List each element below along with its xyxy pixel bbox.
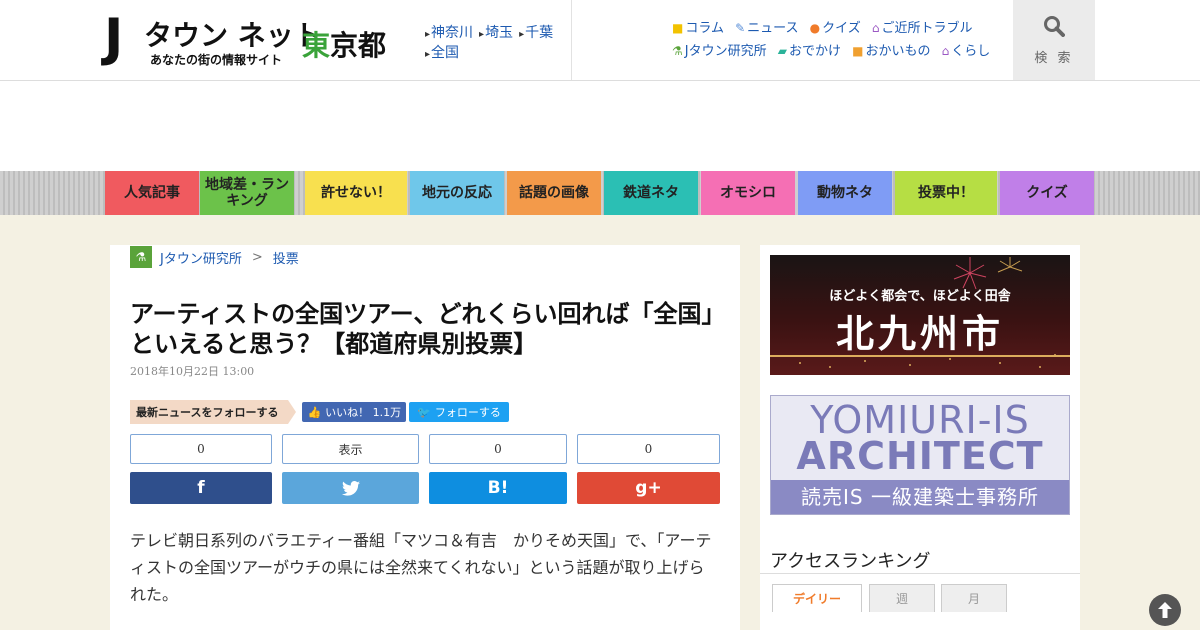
follow-bar: 最新ニュースをフォローする 👍 いいね！ 1.1万 🐦 フォローする xyxy=(130,400,509,424)
header-divider xyxy=(571,0,572,80)
site-logo[interactable]: J タウン ネット あなたの街の情報サイト 東京都 xyxy=(104,8,394,68)
category-links: ■ コラム ✎ ニュース ● クイズ ⌂ ご近所トラブル ⚗ Jタウン研究所 ▰ おでかけ … xyxy=(672,17,1002,63)
logo-brand: タウン ネット xyxy=(144,19,322,52)
ad-space xyxy=(0,81,1200,171)
flask-icon: ⚗ xyxy=(672,44,683,58)
thumbs-up-icon: 👍 xyxy=(307,405,322,419)
quiz-icon: ● xyxy=(809,21,821,35)
category-link[interactable]: ■ コラム xyxy=(672,17,724,40)
region-link[interactable]: 全国 xyxy=(425,44,459,64)
nav-voting[interactable]: 投票中！ xyxy=(895,171,997,215)
region-link[interactable]: 千葉 xyxy=(519,24,553,44)
pen-icon: ✎ xyxy=(735,21,746,35)
category-link[interactable]: ⌂ くらし xyxy=(942,40,991,63)
region-link[interactable]: 神奈川 xyxy=(425,24,473,44)
nav-local-reaction[interactable]: 地元の反応 xyxy=(410,171,504,215)
banner-subtitle: ほどよく都会で、ほどよく田舎 xyxy=(829,289,1011,304)
share-count: 0 xyxy=(429,434,567,464)
nav-unforgivable[interactable]: 許せない！ xyxy=(305,171,407,215)
nav-animals[interactable]: 動物ネタ xyxy=(798,171,892,215)
tab-monthly[interactable]: 月 xyxy=(941,584,1007,612)
share-count: 0 xyxy=(130,434,272,464)
breadcrumb-separator: > xyxy=(251,249,263,265)
scroll-to-top-button[interactable] xyxy=(1149,594,1181,626)
nav-ranking[interactable]: 地域差・ランキング xyxy=(200,171,294,215)
facebook-like-button[interactable]: 👍 いいね！ 1.1万 xyxy=(302,402,407,422)
nav-popular[interactable]: 人気記事 xyxy=(105,171,199,215)
site-header: J タウン ネット あなたの街の情報サイト 東京都 神奈川埼玉千葉全国 ■コラム… xyxy=(0,0,1200,81)
twitter-follow-button[interactable]: 🐦 フォローする xyxy=(409,402,509,422)
car-icon: ▰ xyxy=(777,44,787,58)
banner-line: 読売IS 一級建築士事務所 xyxy=(771,480,1069,514)
category-nav: 人気記事 地域差・ランキング 許せない！ 地元の反応 話題の画像 鉄道ネタ オモ… xyxy=(0,171,1200,215)
prefecture-name: 東京都 xyxy=(302,29,387,62)
column-icon: ■ xyxy=(672,21,684,35)
facebook-icon: f xyxy=(197,478,205,498)
category-link[interactable]: ■ おかいもの xyxy=(852,40,930,63)
logo-tagline: あなたの街の情報サイト xyxy=(150,53,283,67)
region-link[interactable]: 埼玉 xyxy=(479,24,513,44)
nav-railway[interactable]: 鉄道ネタ xyxy=(604,171,698,215)
google-plus-icon: g+ xyxy=(635,478,662,498)
sidebar: ほどよく都会で、ほどよく田舎 北九州市 YOMIURI-IS ARCHITECT… xyxy=(760,245,1080,630)
share-count: 0 xyxy=(577,434,720,464)
flask-icon: ⚗ xyxy=(130,246,152,268)
article-date: 2018年10月22日 13:00 xyxy=(130,365,255,378)
article-body-paragraph: テレビ朝日系列のバラエティー番組「マツコ＆有吉 かりそめ天国」で、「アーティスト… xyxy=(130,531,712,604)
twitter-share-button[interactable] xyxy=(282,472,419,504)
category-link[interactable]: ▰ おでかけ xyxy=(778,40,841,63)
google-plus-share-button[interactable]: g+ xyxy=(577,472,720,504)
banner-city: 北九州市 xyxy=(835,311,1004,356)
logo-j: J xyxy=(104,8,124,68)
breadcrumb-item[interactable]: Jタウン研究所 xyxy=(160,248,242,267)
article-container: ⚗ Jタウン研究所 > 投票 アーティストの全国ツアー、どれくらい回れば「全国」… xyxy=(110,245,740,630)
category-link[interactable]: ⚗ Jタウン研究所 xyxy=(672,40,767,63)
follow-label: 最新ニュースをフォローする xyxy=(130,400,297,424)
twitter-bird-icon xyxy=(341,480,360,496)
divider xyxy=(760,573,1080,574)
home-icon: ⌂ xyxy=(941,44,950,58)
nav-funny[interactable]: オモシロ xyxy=(701,171,795,215)
search-icon xyxy=(1044,16,1065,37)
region-links: 神奈川埼玉千葉全国 xyxy=(425,24,565,64)
arrow-up-icon xyxy=(1158,602,1172,618)
facebook-share-button[interactable]: f xyxy=(130,472,272,504)
category-link[interactable]: ✎ ニュース xyxy=(735,17,798,40)
breadcrumb: ⚗ Jタウン研究所 > 投票 xyxy=(130,245,299,269)
tab-weekly[interactable]: 週 xyxy=(869,584,935,612)
house-icon: ⌂ xyxy=(871,21,880,35)
twitter-icon: 🐦 xyxy=(417,405,431,419)
article-title: アーティストの全国ツアー、どれくらい回れば「全国」といえると思う？【都道府県別投… xyxy=(130,300,714,358)
share-count[interactable]: 表示 xyxy=(282,434,419,464)
tab-daily[interactable]: デイリー xyxy=(772,584,862,612)
bag-icon: ■ xyxy=(852,44,864,58)
yomiuri-is-banner[interactable]: YOMIURI-IS ARCHITECT 読売IS 一級建築士事務所 xyxy=(770,395,1070,515)
nav-quiz[interactable]: クイズ xyxy=(1000,171,1094,215)
banner-line: ARCHITECT xyxy=(796,434,1044,478)
category-link[interactable]: ● クイズ xyxy=(810,17,861,40)
search-label: 検 索 xyxy=(1034,51,1074,66)
search-button[interactable]: 検 索 xyxy=(1013,0,1095,80)
category-link[interactable]: ⌂ ご近所トラブル xyxy=(872,17,973,40)
nav-trending-images[interactable]: 話題の画像 xyxy=(507,171,601,215)
hatena-bookmark-button[interactable]: B! xyxy=(429,472,567,504)
hatena-icon: B! xyxy=(487,478,509,498)
breadcrumb-item[interactable]: 投票 xyxy=(273,248,299,267)
kitakyushu-banner[interactable]: ほどよく都会で、ほどよく田舎 北九州市 xyxy=(770,255,1070,375)
ranking-title: アクセスランキング xyxy=(770,551,931,572)
